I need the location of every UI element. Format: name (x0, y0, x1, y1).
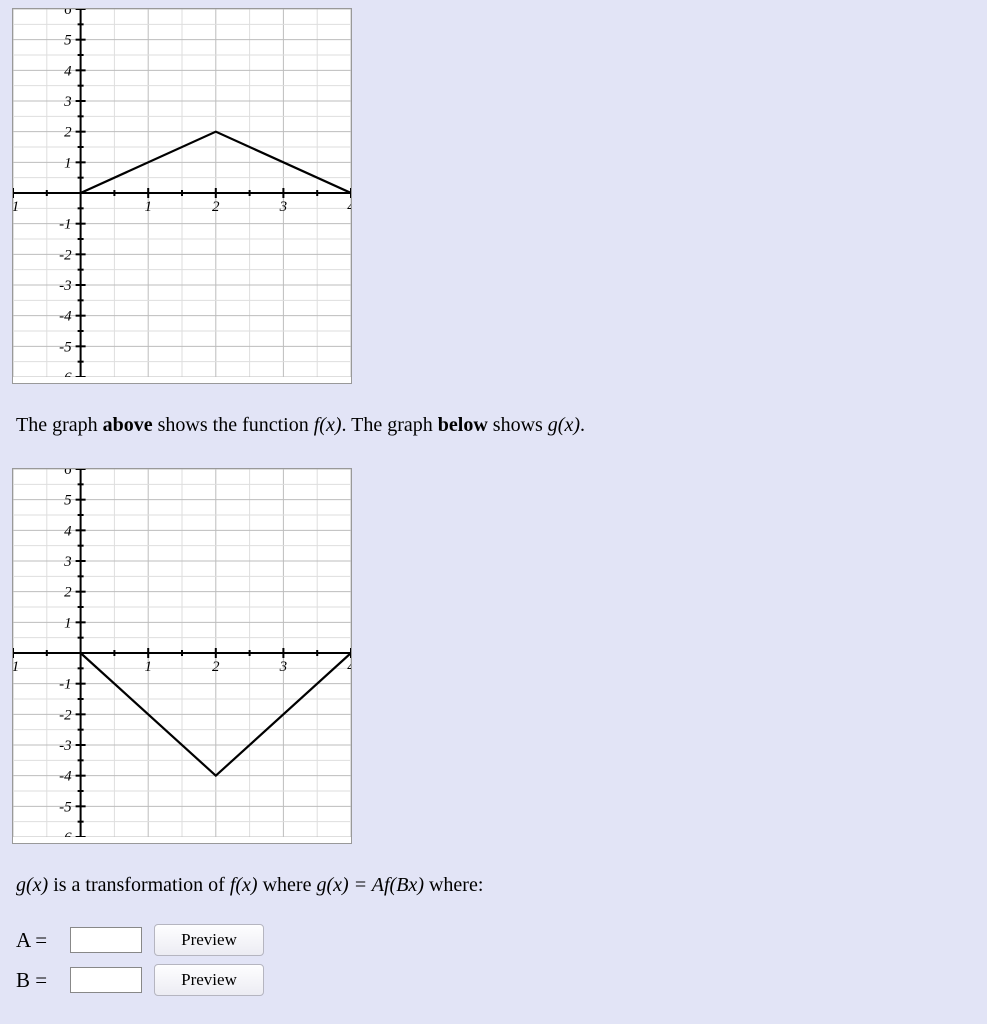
svg-text:5: 5 (64, 493, 72, 509)
svg-text:-2: -2 (59, 247, 72, 263)
svg-text:-5: -5 (59, 339, 72, 355)
answer-row-b: B = Preview (16, 964, 971, 996)
math-eqn: g(x) = Af(Bx) (316, 874, 424, 896)
svg-text:4: 4 (347, 199, 351, 215)
svg-text:-3: -3 (59, 278, 72, 294)
svg-text:1: 1 (144, 659, 152, 675)
svg-text:6: 6 (64, 9, 72, 18)
svg-text:-1: -1 (13, 659, 19, 675)
svg-text:-1: -1 (59, 677, 72, 693)
chart-g-svg: -1 1 2 3 4 -6 -5 -4 -3 -2 -1 1 2 3 4 5 6 (13, 469, 351, 837)
label-a: A = (16, 928, 58, 953)
svg-text:4: 4 (64, 63, 72, 79)
svg-text:2: 2 (64, 585, 72, 601)
svg-text:3: 3 (279, 659, 288, 675)
input-a[interactable] (70, 927, 142, 953)
txt-bold: above (103, 414, 153, 436)
description-transformation: g(x) is a transformation of f(x) where g… (16, 870, 971, 900)
svg-text:2: 2 (64, 125, 72, 141)
svg-text:1: 1 (64, 155, 72, 171)
svg-text:6: 6 (64, 469, 72, 478)
chart-g: -1 1 2 3 4 -6 -5 -4 -3 -2 -1 1 2 3 4 5 6 (12, 468, 352, 844)
math-fx: f(x) (230, 874, 258, 896)
svg-text:-2: -2 (59, 707, 72, 723)
svg-text:-6: -6 (59, 370, 72, 377)
txt-bold: below (438, 414, 488, 436)
problem-page: -1 1 2 3 4 -6 -5 -4 -3 -2 -1 1 2 3 4 5 6 The graph above… (0, 0, 987, 1024)
label-b: B = (16, 968, 58, 993)
chart-f-svg: -1 1 2 3 4 -6 -5 -4 -3 -2 -1 1 2 3 4 5 6 (13, 9, 351, 377)
chart-f: -1 1 2 3 4 -6 -5 -4 -3 -2 -1 1 2 3 4 5 6 (12, 8, 352, 384)
txt: shows the function (153, 414, 314, 436)
svg-text:3: 3 (63, 554, 72, 570)
math-gx: g(x) (548, 414, 580, 436)
svg-text:5: 5 (64, 33, 72, 49)
svg-text:4: 4 (347, 659, 351, 675)
txt: where (258, 874, 317, 896)
svg-text:-4: -4 (59, 769, 72, 785)
txt: where: (424, 874, 483, 896)
txt: is a transformation of (48, 874, 230, 896)
svg-text:2: 2 (212, 199, 220, 215)
txt: The graph (16, 414, 103, 436)
txt: shows (488, 414, 548, 436)
svg-text:3: 3 (279, 199, 288, 215)
preview-button-b[interactable]: Preview (154, 964, 264, 996)
input-b[interactable] (70, 967, 142, 993)
svg-text:-1: -1 (59, 217, 72, 233)
preview-button-a[interactable]: Preview (154, 924, 264, 956)
svg-text:-5: -5 (59, 799, 72, 815)
svg-text:3: 3 (63, 94, 72, 110)
svg-text:-4: -4 (59, 309, 72, 325)
txt: . The graph (342, 414, 438, 436)
math-gx: g(x) (16, 874, 48, 896)
svg-text:-6: -6 (59, 830, 72, 837)
svg-text:4: 4 (64, 523, 72, 539)
svg-text:-3: -3 (59, 738, 72, 754)
answer-row-a: A = Preview (16, 924, 971, 956)
svg-text:1: 1 (64, 615, 72, 631)
svg-text:1: 1 (144, 199, 152, 215)
svg-text:2: 2 (212, 659, 220, 675)
txt: . (580, 414, 585, 436)
svg-text:-1: -1 (13, 199, 19, 215)
math-fx: f(x) (314, 414, 342, 436)
description-between: The graph above shows the function f(x).… (16, 410, 971, 440)
